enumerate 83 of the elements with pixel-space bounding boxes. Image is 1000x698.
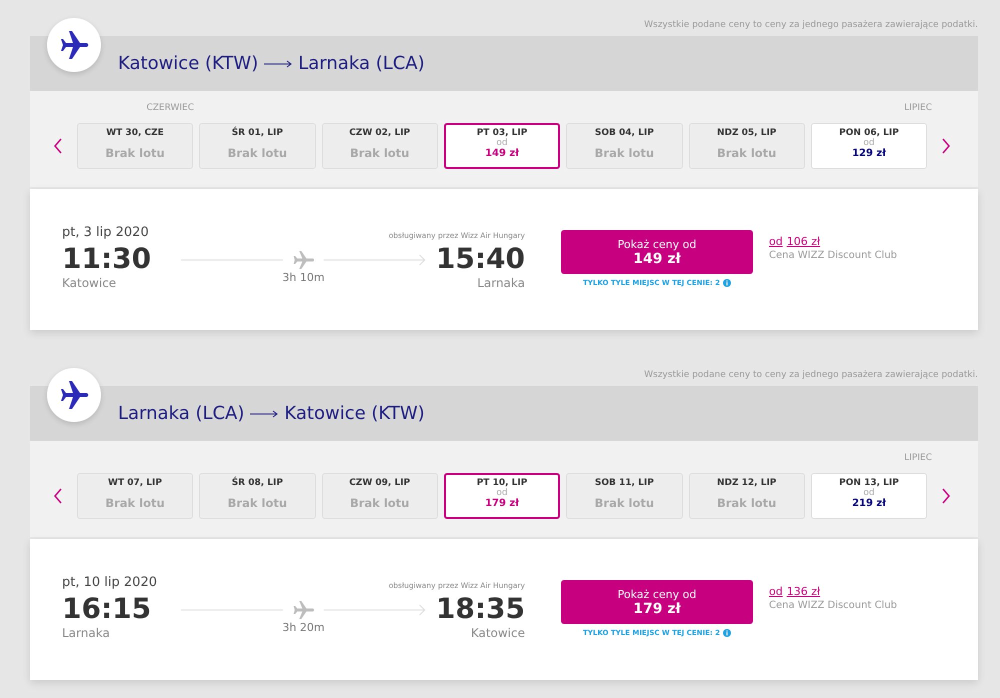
no-flight-label: Brak lotu	[105, 146, 165, 160]
date-label: PT 03, LIP	[476, 128, 528, 138]
month-label: CZERWIEC	[146, 103, 194, 113]
flight-duration: 3h 10m	[282, 270, 325, 284]
origin-city: Katowice (KTW)	[118, 53, 258, 74]
date-card[interactable]: PON 06, LIP od 129 zł	[810, 123, 928, 169]
no-flight-label: Brak lotu	[228, 146, 288, 160]
departure-city: Katowice	[62, 276, 118, 290]
date-label: CZW 09, LIP	[349, 478, 410, 488]
club-from-link[interactable]: od	[769, 585, 783, 598]
arrow-icon	[264, 60, 292, 68]
date-card[interactable]: PT 10, LIP od 179 zł	[444, 473, 560, 519]
from-label: od	[863, 138, 875, 148]
date-label: PT 10, LIP	[476, 478, 528, 488]
date-label: SOB 04, LIP	[594, 128, 654, 138]
price-note: Wszystkie podane ceny to ceny za jednego pasażera zawierające podatki.	[643, 20, 978, 32]
date-label: WT 30, CZE	[106, 128, 164, 138]
no-flight-label: Brak lotu	[594, 496, 654, 510]
date-card[interactable]: SOB 04, LIP Brak lotu	[566, 123, 683, 169]
date-card[interactable]: NDZ 12, LIP Brak lotu	[688, 473, 805, 519]
departure-time: 16:15	[62, 592, 152, 626]
club-label: Cena WIZZ Discount Club	[769, 600, 898, 611]
no-flight-label: Brak lotu	[716, 146, 776, 160]
chevron-right-icon	[940, 488, 951, 504]
date-card[interactable]: ŚR 08, LIP Brak lotu	[199, 473, 316, 519]
day-price: 219 zł	[852, 498, 886, 509]
date-card[interactable]: PT 03, LIP od 149 zł	[444, 123, 560, 169]
arrival-time: 15:40	[436, 242, 525, 276]
departure-time: 11:30	[62, 242, 152, 276]
date-card[interactable]: CZW 02, LIP Brak lotu	[322, 123, 438, 169]
date-label: NDZ 05, LIP	[716, 128, 776, 138]
no-flight-label: Brak lotu	[105, 496, 165, 510]
chevron-left-icon	[53, 488, 64, 504]
no-flight-label: Brak lotu	[228, 496, 288, 510]
no-flight-label: Brak lotu	[716, 496, 776, 510]
destination-city: Larnaka (LCA)	[298, 53, 425, 74]
date-card[interactable]: WT 30, CZE Brak lotu	[76, 123, 194, 169]
date-label: ŚR 01, LIP	[232, 128, 283, 138]
date-label: SOB 11, LIP	[594, 478, 654, 488]
arrival-time: 18:35	[436, 592, 525, 626]
date-label: PON 13, LIP	[839, 478, 899, 488]
show-prices-button[interactable]: Pokaż ceny od 149 zł	[561, 230, 753, 274]
from-label: od	[496, 488, 508, 498]
date-card[interactable]: SOB 11, LIP Brak lotu	[566, 473, 683, 519]
date-card[interactable]: WT 07, LIP Brak lotu	[76, 473, 194, 519]
date-label: PON 06, LIP	[839, 128, 899, 138]
date-card[interactable]: NDZ 05, LIP Brak lotu	[688, 123, 805, 169]
from-label: od	[496, 138, 508, 148]
date-label: NDZ 12, LIP	[716, 478, 776, 488]
date-label: WT 07, LIP	[108, 478, 162, 488]
from-label: od	[863, 488, 875, 498]
club-from-link[interactable]: od	[769, 235, 783, 248]
date-label: ŚR 08, LIP	[232, 478, 283, 488]
day-price: 149 zł	[485, 148, 519, 159]
date-card[interactable]: PON 13, LIP od 219 zł	[810, 473, 928, 519]
flight-date: pt, 10 lip 2020	[62, 575, 157, 590]
date-card[interactable]: CZW 09, LIP Brak lotu	[322, 473, 438, 519]
departure-city: Larnaka	[62, 626, 111, 640]
no-flight-label: Brak lotu	[350, 496, 410, 510]
arrow-icon	[250, 410, 278, 418]
info-icon	[722, 629, 731, 637]
arrival-city: Katowice	[470, 626, 525, 640]
day-price: 129 zł	[852, 148, 886, 159]
show-prices-button[interactable]: Pokaż ceny od 179 zł	[561, 580, 753, 624]
chevron-right-icon	[940, 138, 951, 154]
date-card[interactable]: ŚR 01, LIP Brak lotu	[199, 123, 316, 169]
flight-date: pt, 3 lip 2020	[62, 225, 149, 240]
club-price-link[interactable]: 106 zł	[786, 235, 820, 248]
price-note: Wszystkie podane ceny to ceny za jednego pasażera zawierające podatki.	[643, 370, 978, 382]
month-label: LIPIEC	[904, 453, 932, 463]
month-label: LIPIEC	[904, 103, 932, 113]
no-flight-label: Brak lotu	[350, 146, 410, 160]
date-label: CZW 02, LIP	[349, 128, 410, 138]
arrival-city: Larnaka	[477, 276, 525, 290]
chevron-left-icon	[53, 138, 64, 154]
club-price-link[interactable]: 136 zł	[786, 585, 820, 598]
flight-duration: 3h 20m	[282, 620, 325, 634]
info-icon	[722, 279, 731, 287]
no-flight-label: Brak lotu	[594, 146, 654, 160]
origin-city: Larnaka (LCA)	[118, 403, 244, 424]
day-price: 179 zł	[485, 498, 519, 509]
destination-city: Katowice (KTW)	[284, 403, 425, 424]
club-label: Cena WIZZ Discount Club	[769, 250, 898, 261]
